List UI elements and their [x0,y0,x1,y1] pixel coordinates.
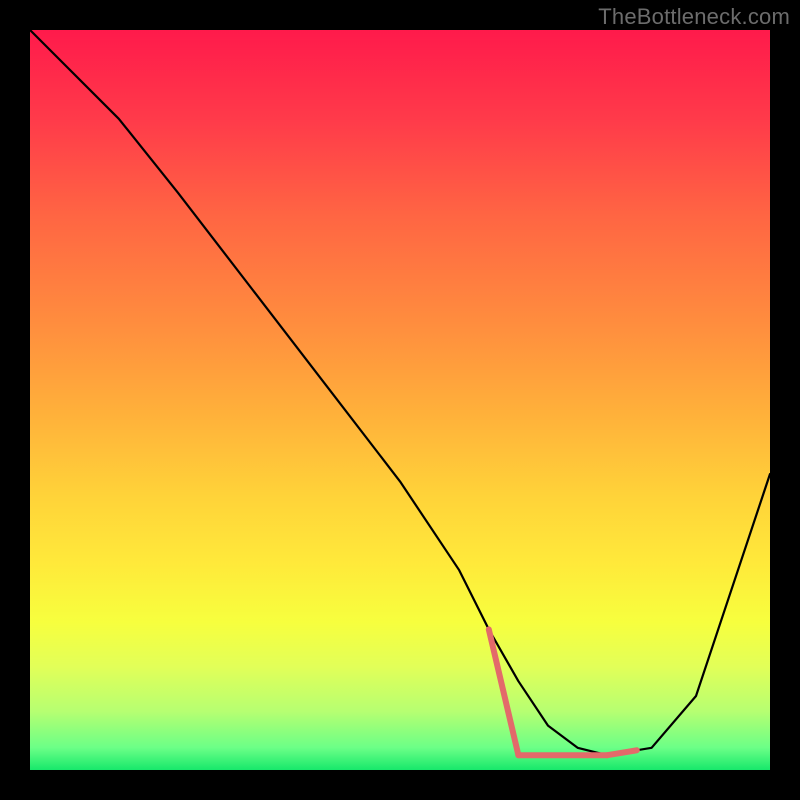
chart-frame: TheBottleneck.com [0,0,800,800]
watermark-text: TheBottleneck.com [598,4,790,30]
curve-layer [30,30,770,770]
red-left-edge [489,629,519,755]
red-right-edge [607,750,637,755]
plot-area [30,30,770,770]
bottleneck-curve-path [30,30,770,755]
